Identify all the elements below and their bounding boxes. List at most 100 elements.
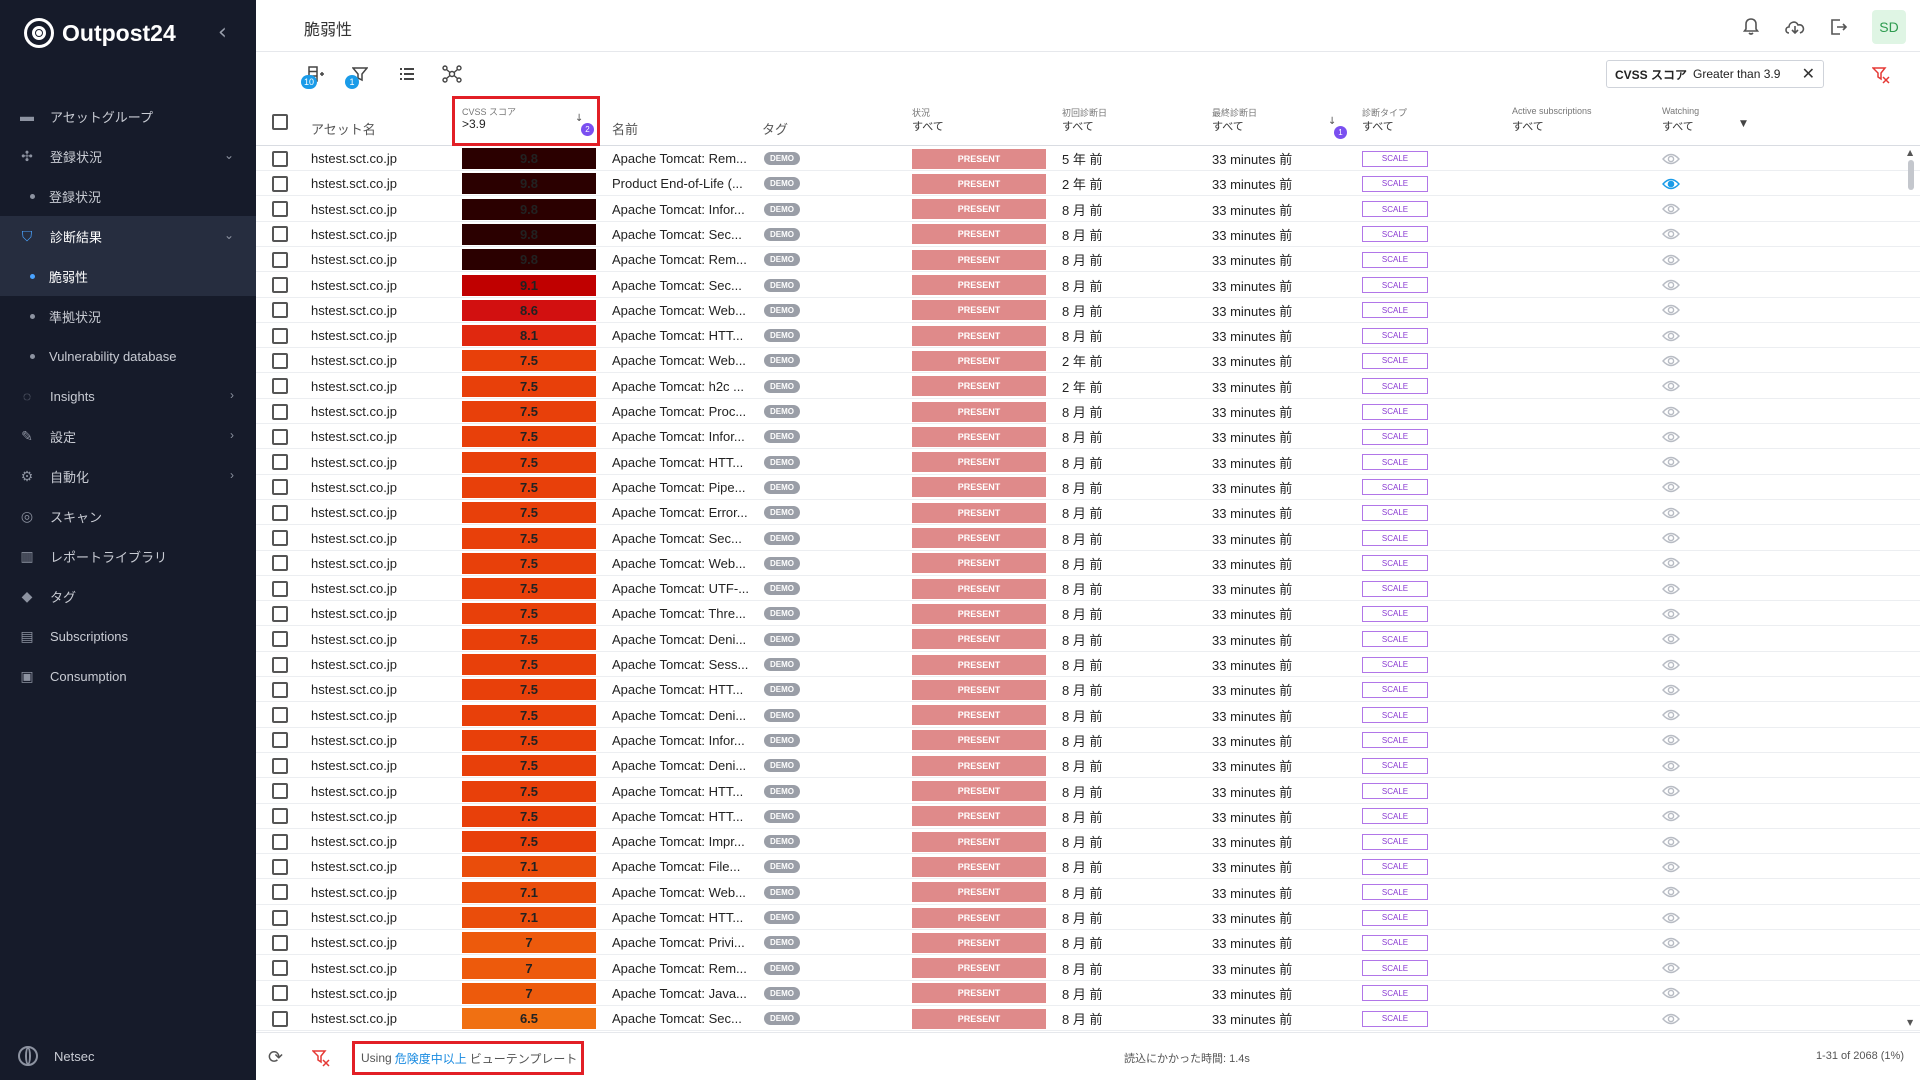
logout-icon[interactable]: [1828, 16, 1850, 38]
row-checkbox[interactable]: [272, 985, 288, 1002]
brand-logo[interactable]: Outpost24: [24, 16, 176, 50]
vulnerability-name[interactable]: Apache Tomcat: Proc...: [612, 399, 754, 424]
asset-name[interactable]: hstest.sct.co.jp: [311, 424, 451, 449]
eye-icon[interactable]: [1662, 203, 1680, 215]
vulnerability-name[interactable]: Apache Tomcat: Sec...: [612, 222, 754, 247]
table-row[interactable]: hstest.sct.co.jp 8.1 Apache Tomcat: HTT...…: [256, 323, 1920, 349]
tag-badge[interactable]: DEMO: [764, 531, 800, 545]
vulnerability-name[interactable]: Product End-of-Life (...: [612, 171, 754, 196]
row-checkbox[interactable]: [272, 783, 288, 799]
table-row[interactable]: hstest.sct.co.jp 8.6 Apache Tomcat: Web...…: [256, 298, 1920, 323]
eye-icon[interactable]: [1662, 659, 1680, 671]
scroll-up-icon[interactable]: ▲: [1907, 148, 1913, 157]
vulnerability-name[interactable]: Apache Tomcat: Infor...: [612, 728, 754, 753]
sidebar-item-3[interactable]: ⛉ 診断結果 ⌄: [0, 216, 256, 256]
eye-icon[interactable]: [1662, 861, 1680, 873]
asset-name[interactable]: hstest.sct.co.jp: [311, 576, 451, 601]
asset-name[interactable]: hstest.sct.co.jp: [311, 779, 451, 804]
asset-name[interactable]: hstest.sct.co.jp: [311, 804, 451, 829]
row-checkbox[interactable]: [272, 681, 288, 698]
table-row[interactable]: hstest.sct.co.jp 9.8 Apache Tomcat: Rem...…: [256, 146, 1920, 171]
list-view-button[interactable]: [395, 62, 419, 86]
column-name[interactable]: 名前: [612, 98, 732, 146]
tag-badge[interactable]: DEMO: [764, 986, 800, 1000]
eye-icon[interactable]: [1662, 633, 1680, 645]
sidebar-item-12[interactable]: ◆ タグ: [0, 576, 256, 616]
eye-icon[interactable]: [1662, 760, 1680, 772]
eye-icon[interactable]: [1662, 355, 1680, 367]
user-avatar[interactable]: SD: [1872, 10, 1906, 44]
table-row[interactable]: hstest.sct.co.jp 7.5 Apache Tomcat: Infor.…: [256, 728, 1920, 753]
vulnerability-name[interactable]: Apache Tomcat: File...: [612, 854, 754, 879]
asset-name[interactable]: hstest.sct.co.jp: [311, 146, 451, 171]
tag-badge[interactable]: DEMO: [764, 379, 800, 393]
row-checkbox[interactable]: [272, 707, 288, 724]
column-cvss-score[interactable]: CVSS スコア >3.9 ↓ 2: [452, 96, 600, 146]
eye-icon[interactable]: [1662, 254, 1680, 266]
tag-badge[interactable]: DEMO: [764, 506, 800, 520]
bell-icon[interactable]: [1740, 16, 1762, 38]
row-checkbox[interactable]: [272, 504, 288, 521]
eye-icon[interactable]: [1662, 507, 1680, 519]
asset-name[interactable]: hstest.sct.co.jp: [311, 348, 451, 373]
asset-name[interactable]: hstest.sct.co.jp: [311, 627, 451, 652]
row-checkbox[interactable]: [272, 833, 288, 850]
vulnerability-name[interactable]: Apache Tomcat: Web...: [612, 880, 754, 905]
vulnerability-name[interactable]: Apache Tomcat: Rem...: [612, 247, 754, 272]
row-checkbox[interactable]: [272, 909, 288, 926]
eye-icon[interactable]: [1662, 304, 1680, 316]
tag-badge[interactable]: DEMO: [764, 911, 800, 924]
vulnerability-name[interactable]: Apache Tomcat: Error...: [612, 500, 754, 525]
vulnerability-name[interactable]: Apache Tomcat: Deni...: [612, 703, 754, 728]
table-row[interactable]: hstest.sct.co.jp 7.5 Apache Tomcat: Deni..…: [256, 627, 1920, 652]
vulnerability-name[interactable]: Apache Tomcat: Java...: [612, 981, 754, 1006]
sidebar-item-9[interactable]: ⚙ 自動化 ›: [0, 456, 256, 496]
row-checkbox[interactable]: [272, 277, 288, 293]
tag-badge[interactable]: DEMO: [764, 683, 800, 697]
row-checkbox[interactable]: [272, 150, 288, 167]
tag-badge[interactable]: DEMO: [764, 809, 800, 823]
asset-name[interactable]: hstest.sct.co.jp: [311, 171, 451, 196]
vulnerability-name[interactable]: Apache Tomcat: UTF-...: [612, 576, 754, 601]
asset-name[interactable]: hstest.sct.co.jp: [311, 526, 451, 551]
column-active-subscriptions-filter[interactable]: すべて: [1512, 118, 1544, 134]
table-row[interactable]: hstest.sct.co.jp 7.1 Apache Tomcat: HTT...…: [256, 905, 1920, 930]
table-row[interactable]: hstest.sct.co.jp 7.1 Apache Tomcat: Web...…: [256, 880, 1920, 905]
asset-name[interactable]: hstest.sct.co.jp: [311, 222, 451, 247]
table-row[interactable]: hstest.sct.co.jp 7.5 Apache Tomcat: Thre..…: [256, 601, 1920, 627]
tag-badge[interactable]: DEMO: [764, 177, 800, 191]
remove-filter-icon[interactable]: ✕: [1802, 64, 1815, 84]
table-row[interactable]: hstest.sct.co.jp 6.5 Apache Tomcat: Sec...…: [256, 1006, 1920, 1032]
row-checkbox[interactable]: [272, 201, 288, 218]
sidebar-item-14[interactable]: ▣ Consumption: [0, 656, 256, 696]
columns-button[interactable]: 10: [301, 62, 328, 89]
vulnerability-name[interactable]: Apache Tomcat: HTT...: [612, 779, 754, 804]
table-row[interactable]: hstest.sct.co.jp 9.1 Apache Tomcat: Sec...…: [256, 273, 1920, 298]
column-tag[interactable]: タグ: [762, 98, 822, 146]
column-last-seen-filter[interactable]: すべて: [1212, 118, 1244, 134]
eye-icon[interactable]: [1662, 228, 1680, 240]
column-watching-filter[interactable]: すべて: [1662, 118, 1694, 134]
vulnerability-name[interactable]: Apache Tomcat: Web...: [612, 551, 754, 576]
filter-button[interactable]: 1: [345, 62, 372, 89]
tag-badge[interactable]: DEMO: [764, 227, 800, 241]
table-row[interactable]: hstest.sct.co.jp 7.5 Apache Tomcat: Sess..…: [256, 652, 1920, 677]
graph-view-button[interactable]: [440, 62, 464, 86]
asset-name[interactable]: hstest.sct.co.jp: [311, 677, 451, 702]
vulnerability-name[interactable]: Apache Tomcat: h2c ...: [612, 374, 754, 399]
asset-name[interactable]: hstest.sct.co.jp: [311, 374, 451, 399]
asset-name[interactable]: hstest.sct.co.jp: [311, 905, 451, 930]
asset-name[interactable]: hstest.sct.co.jp: [311, 273, 451, 298]
table-row[interactable]: hstest.sct.co.jp 7.5 Apache Tomcat: HTT...…: [256, 804, 1920, 829]
asset-name[interactable]: hstest.sct.co.jp: [311, 880, 451, 905]
vulnerability-name[interactable]: Apache Tomcat: HTT...: [612, 323, 754, 348]
column-cvss-filter-value[interactable]: >3.9: [462, 117, 486, 131]
column-first-seen-filter[interactable]: すべて: [1062, 118, 1094, 134]
sidebar-item-0[interactable]: ▬ アセットグループ: [0, 96, 256, 136]
vulnerability-name[interactable]: Apache Tomcat: HTT...: [612, 804, 754, 829]
asset-name[interactable]: hstest.sct.co.jp: [311, 551, 451, 576]
column-watching[interactable]: Watching すべて ▼: [1662, 98, 1782, 146]
vulnerability-name[interactable]: Apache Tomcat: Sec...: [612, 1006, 754, 1031]
sidebar-item-10[interactable]: ◎ スキャン: [0, 496, 256, 536]
chevron-down-icon[interactable]: ⌄: [224, 228, 234, 242]
